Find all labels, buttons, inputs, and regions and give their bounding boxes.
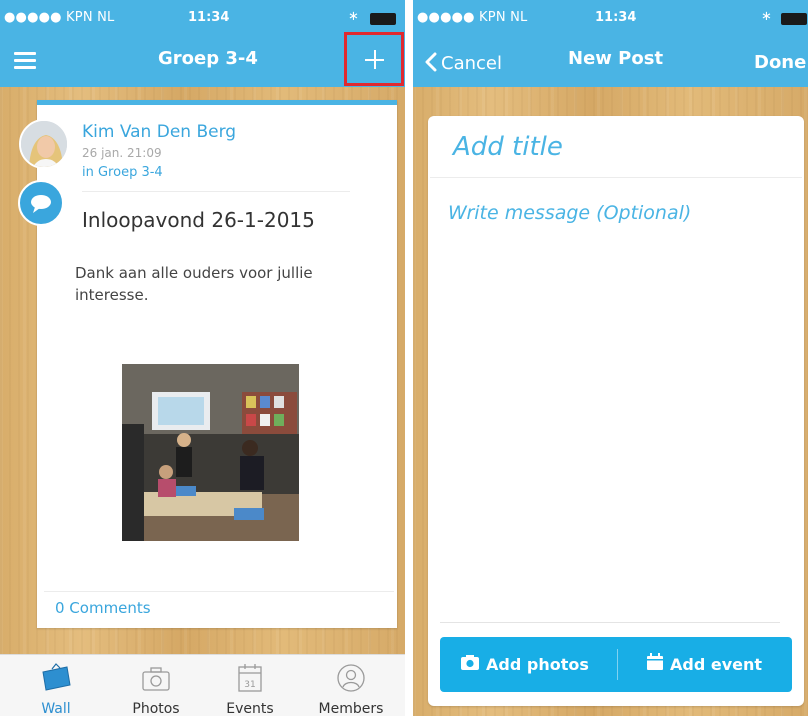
hamburger-menu-icon[interactable] xyxy=(14,52,36,70)
post-photo[interactable] xyxy=(122,364,299,541)
status-bar: ●●●●● KPN NL 11:34 ∗ xyxy=(413,0,808,38)
tab-bar: Wall Photos 31 Events Members xyxy=(0,654,405,716)
calendar-day-label: 31 xyxy=(244,680,255,690)
cancel-label: Cancel xyxy=(441,53,502,74)
clock-label: 11:34 xyxy=(188,10,230,25)
navigation-bar: ●●●●● KPN NL 11:34 ∗ Cancel New Post Don… xyxy=(413,0,808,87)
divider xyxy=(430,177,802,178)
carrier-label: ●●●●● KPN NL xyxy=(417,10,528,25)
calendar-icon: 31 xyxy=(234,663,266,693)
message-input[interactable]: Write message (Optional) xyxy=(448,202,691,224)
post-group[interactable]: in Groep 3-4 xyxy=(82,165,163,180)
new-post-button[interactable] xyxy=(344,32,404,86)
add-photos-button[interactable]: Add photos xyxy=(460,637,589,692)
tab-label: Members xyxy=(318,701,384,716)
calendar-icon xyxy=(646,638,664,693)
tab-label: Photos xyxy=(132,701,180,716)
carrier-label: ●●●●● KPN NL xyxy=(4,10,115,25)
navigation-bar: ●●●●● KPN NL 11:34 ∗ Groep 3-4 xyxy=(0,0,405,87)
cancel-button[interactable]: Cancel xyxy=(425,52,502,77)
post-date: 26 jan. 21:09 xyxy=(82,146,162,160)
avatar[interactable] xyxy=(19,119,69,169)
tab-events[interactable]: 31 Events xyxy=(200,655,300,716)
wall-icon xyxy=(40,663,72,693)
add-event-button[interactable]: Add event xyxy=(646,637,762,692)
divider xyxy=(617,649,618,680)
clock-label: 11:34 xyxy=(595,10,637,25)
comment-bubble-icon xyxy=(18,180,64,226)
page-title: Groep 3-4 xyxy=(158,48,258,69)
battery-icon xyxy=(370,13,396,25)
tab-photos[interactable]: Photos xyxy=(106,655,206,716)
chevron-left-icon xyxy=(425,52,437,77)
tab-wall[interactable]: Wall xyxy=(6,655,106,716)
camera-icon xyxy=(140,663,172,693)
attachment-bar: Add photos Add event xyxy=(440,637,792,692)
bluetooth-icon: ∗ xyxy=(348,9,359,24)
title-input[interactable]: Add title xyxy=(453,132,563,162)
bluetooth-icon: ∗ xyxy=(761,9,772,24)
group-wall-screen: ●●●●● KPN NL 11:34 ∗ Groep 3-4 Kim Van D… xyxy=(0,0,405,716)
tab-label: Events xyxy=(226,701,274,716)
author-name[interactable]: Kim Van Den Berg xyxy=(82,122,236,142)
comments-link[interactable]: 0 Comments xyxy=(55,599,151,617)
page-title: New Post xyxy=(568,48,664,69)
divider xyxy=(440,622,780,623)
battery-icon xyxy=(781,13,807,25)
done-button[interactable]: Done xyxy=(754,52,806,73)
divider xyxy=(82,191,350,192)
post-body: Dank aan alle ouders voor jullie interes… xyxy=(75,264,313,304)
new-post-screen: ●●●●● KPN NL 11:34 ∗ Cancel New Post Don… xyxy=(413,0,808,716)
add-photos-label: Add photos xyxy=(486,655,589,674)
divider xyxy=(44,591,394,592)
camera-icon xyxy=(460,638,480,693)
tab-label: Wall xyxy=(41,701,71,716)
add-event-label: Add event xyxy=(670,655,763,674)
members-icon xyxy=(335,663,367,693)
tab-members[interactable]: Members xyxy=(301,655,401,716)
post-title: Inloopavond 26-1-2015 xyxy=(82,208,315,232)
